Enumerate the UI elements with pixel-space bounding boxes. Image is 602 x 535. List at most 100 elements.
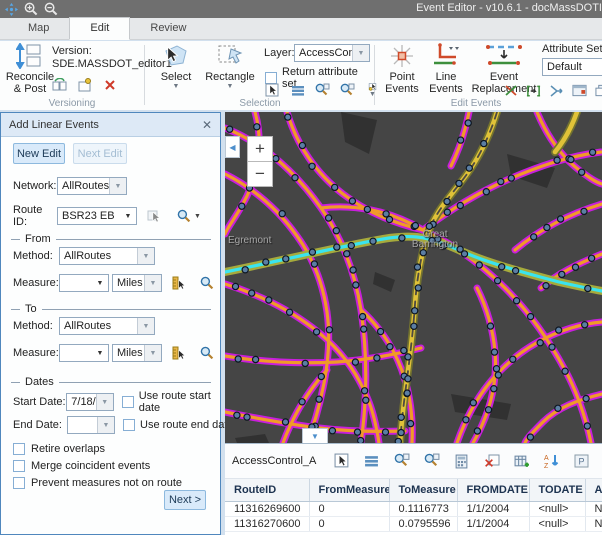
refresh-version-icon[interactable] <box>52 77 67 92</box>
select-by-shape-icon[interactable] <box>265 83 280 98</box>
attribute-set-select[interactable]: Default <box>542 58 602 76</box>
field-calculator-icon[interactable] <box>453 453 470 470</box>
tab-review[interactable]: Review <box>130 18 206 39</box>
attribute-table-toolbar: AccessControl_A AZ P S <box>225 444 602 479</box>
cell-todate: <null> <box>529 517 585 532</box>
rectangle-button[interactable]: Rectangle ▼ <box>204 43 256 90</box>
map-canvas[interactable]: Egremont Great Barrington ◀ + − ▼ <box>225 112 602 443</box>
chevron-down-icon: ▼ <box>352 45 369 61</box>
start-date-picker[interactable]: 7/18/ ▼ <box>66 393 113 411</box>
end-date-label: End Date: <box>13 419 67 431</box>
ribbon-tab-bar: Map Edit Review <box>0 18 602 40</box>
show-records-icon[interactable] <box>290 83 305 98</box>
network-label: Network: <box>13 180 57 192</box>
pan-to-selected-icon[interactable] <box>423 453 440 470</box>
table-row[interactable]: 11316269600 0 0.1116773 1/1/2004 <null> … <box>225 502 602 517</box>
column-header[interactable]: RouteID <box>225 479 309 502</box>
zoom-out-icon[interactable] <box>44 2 58 16</box>
retire-overlaps-checkbox[interactable] <box>13 443 25 455</box>
delete-selected-icon[interactable] <box>483 453 500 470</box>
use-route-end-checkbox[interactable] <box>123 419 135 431</box>
new-version-icon[interactable] <box>77 77 92 92</box>
from-measure-combo[interactable]: ▼ <box>59 274 109 292</box>
layer-select[interactable]: AccessControl_A ▼ <box>294 44 370 62</box>
merge-event-icon[interactable] <box>549 83 564 98</box>
from-section-divider: From <box>11 233 211 245</box>
measure-event-icon[interactable] <box>526 83 541 98</box>
prevent-measures-checkbox[interactable] <box>13 477 25 489</box>
point-events-button[interactable]: Point Events <box>382 43 422 95</box>
line-events-icon <box>432 43 460 69</box>
next-edit-button[interactable]: Next Edit <box>73 143 127 164</box>
dates-section-divider: Dates <box>11 376 211 388</box>
select-button[interactable]: Select ▼ <box>154 43 198 90</box>
close-icon[interactable]: ✕ <box>202 118 212 132</box>
chevron-down-icon: ▼ <box>92 345 108 361</box>
use-route-start-checkbox[interactable] <box>122 396 134 408</box>
column-header[interactable]: TODATE <box>529 479 585 502</box>
chevron-down-icon[interactable]: ▼ <box>194 213 201 220</box>
line-events-button[interactable]: Line Events <box>426 43 466 95</box>
select-by-shape-icon[interactable] <box>333 453 350 470</box>
pan-icon[interactable] <box>4 2 18 16</box>
route-zoom-icon[interactable] <box>176 209 191 224</box>
column-header[interactable]: AC <box>585 479 602 502</box>
cell-ac: N <box>585 502 602 517</box>
column-header[interactable]: ToMeasure <box>389 479 457 502</box>
collapse-table-button[interactable]: ▼ <box>302 428 328 443</box>
merge-coincident-label: Merge coincident events <box>31 460 150 472</box>
column-header[interactable]: FromMeasure <box>309 479 389 502</box>
tab-map[interactable]: Map <box>8 18 69 39</box>
end-date-picker[interactable]: ▼ <box>67 416 115 434</box>
from-measure-pick-icon[interactable] <box>172 276 187 291</box>
zoom-to-selected-icon[interactable] <box>393 453 410 470</box>
start-date-label: Start Date: <box>13 396 66 408</box>
to-method-select[interactable]: AllRoutes ▼ <box>59 317 155 335</box>
select-route-on-map-icon[interactable] <box>147 209 162 224</box>
tab-edit[interactable]: Edit <box>69 17 130 40</box>
to-measure-combo[interactable]: ▼ <box>59 344 109 362</box>
edit-window-icon[interactable] <box>572 83 587 98</box>
add-record-icon[interactable] <box>513 453 530 470</box>
sort-icon[interactable]: AZ <box>543 453 560 470</box>
cell-todate: <null> <box>529 502 585 517</box>
to-units-select[interactable]: Miles ▼ <box>112 344 162 362</box>
app-title: Event Editor - v10.6.1 - docMassDOTI <box>416 2 602 14</box>
attribute-set-label: Attribute Set: <box>542 43 602 55</box>
zoom-in-button[interactable]: + <box>247 136 273 162</box>
version-label: Version: <box>52 45 92 57</box>
popup-icon[interactable]: P <box>573 453 590 470</box>
title-bar: Event Editor - v10.6.1 - docMassDOTI <box>0 0 602 18</box>
from-units-select[interactable]: Miles ▼ <box>112 274 162 292</box>
versioning-small-icons <box>52 77 117 92</box>
panel-header: Add Linear Events ✕ <box>1 113 220 137</box>
attribute-table: RouteID FromMeasure ToMeasure FROMDATE T… <box>225 479 602 532</box>
table-header-row: RouteID FromMeasure ToMeasure FROMDATE T… <box>225 479 602 502</box>
next-button[interactable]: Next > <box>164 490 206 510</box>
from-method-select[interactable]: AllRoutes ▼ <box>59 247 155 265</box>
show-records-icon[interactable] <box>363 453 380 470</box>
from-measure-zoom-icon[interactable] <box>199 276 214 291</box>
new-edit-button[interactable]: New Edit <box>13 143 65 164</box>
zoom-in-icon[interactable] <box>24 2 38 16</box>
column-header[interactable]: FROMDATE <box>457 479 529 502</box>
selection-group: Select ▼ Rectangle ▼ Layer: AccessContro… <box>146 41 374 110</box>
reconcile-post-button[interactable]: Reconcile & Post <box>6 43 54 95</box>
route-id-combo[interactable]: BSR23 EB ▼ <box>57 207 137 225</box>
merge-coincident-checkbox[interactable] <box>13 460 25 472</box>
network-select[interactable]: AllRoutes ▼ <box>57 177 127 195</box>
delete-version-icon[interactable] <box>102 77 117 92</box>
ribbon: Reconcile & Post Version: SDE.MASSDOT_ed… <box>0 41 602 110</box>
cascade-window-icon[interactable] <box>595 83 602 98</box>
zoom-out-button[interactable]: − <box>247 161 273 187</box>
zoom-to-selected-icon[interactable] <box>315 83 330 98</box>
group-separator <box>144 45 145 105</box>
to-measure-pick-icon[interactable] <box>172 346 187 361</box>
to-measure-zoom-icon[interactable] <box>199 346 214 361</box>
split-event-icon[interactable] <box>503 83 518 98</box>
chevron-down-icon: ▼ <box>97 417 114 433</box>
table-row[interactable]: 11316270600 0 0.0795596 1/1/2004 <null> … <box>225 517 602 532</box>
pan-to-selected-icon[interactable] <box>340 83 355 98</box>
select-icon <box>163 43 189 69</box>
collapse-panel-left-button[interactable]: ◀ <box>225 136 240 158</box>
